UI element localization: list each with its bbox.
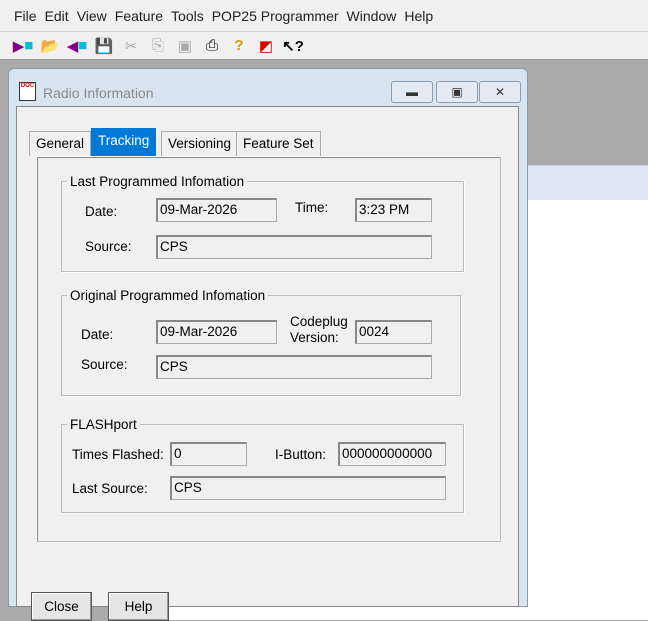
menu-help[interactable]: Help — [404, 8, 433, 24]
original-source-field[interactable]: CPS — [156, 355, 432, 379]
original-programmed-title: Original Programmed Infomation — [67, 288, 269, 303]
tracking-panel: Last Programmed Infomation Date: 09-Mar-… — [36, 156, 501, 542]
times-flashed-field[interactable]: 0 — [170, 442, 247, 466]
ibutton-label: I-Button: — [275, 447, 327, 462]
help-button[interactable]: Help — [108, 592, 169, 621]
radio-information-dialog: DOC Radio Information ▬ ▣ ✕ General Trac… — [8, 68, 528, 621]
original-date-field[interactable]: 09-Mar-2026 — [156, 320, 277, 344]
original-source-label: Source: — [81, 357, 128, 372]
last-time-label: Time: — [295, 200, 329, 215]
menu-tools[interactable]: Tools — [171, 8, 204, 24]
flashport-title: FLASHport — [67, 417, 140, 432]
codeplug-version-label: Version: — [290, 330, 339, 345]
read-radio-icon[interactable]: ▶ ■ — [12, 36, 34, 56]
maximize-button[interactable]: ▣ — [436, 81, 478, 103]
toolbar: ▶ ■ 📂 ◀ ■ 💾 ✂ ⎘ ▣ ⎙ ? ◩ ↖? — [0, 32, 648, 60]
codeplug-label: Codeplug — [290, 314, 348, 329]
menu-pop25[interactable]: POP25 Programmer — [212, 8, 339, 24]
help-icon[interactable]: ? — [228, 36, 250, 56]
menu-edit[interactable]: Edit — [45, 8, 69, 24]
times-flashed-label: Times Flashed: — [72, 447, 164, 462]
last-flash-source-label: Last Source: — [72, 481, 148, 496]
print-icon[interactable]: ⎙ — [201, 36, 223, 56]
menu-file[interactable]: File — [14, 8, 37, 24]
last-date-label: Date: — [85, 204, 118, 219]
last-source-field[interactable]: CPS — [156, 235, 432, 259]
paste-icon[interactable]: ▣ — [174, 36, 196, 56]
menu-view[interactable]: View — [77, 8, 107, 24]
last-time-field[interactable]: 3:23 PM — [355, 198, 432, 222]
menu-window[interactable]: Window — [347, 8, 397, 24]
last-flash-source-field[interactable]: CPS — [170, 476, 446, 500]
dialog-client: General Tracking Versioning Feature Set … — [16, 106, 519, 621]
ibutton-field[interactable]: 000000000000 — [338, 442, 446, 466]
original-programmed-group — [61, 295, 461, 396]
save-icon[interactable]: 💾 — [93, 36, 115, 56]
close-button[interactable]: Close — [31, 592, 92, 621]
last-programmed-title: Last Programmed Infomation — [67, 174, 248, 189]
minimize-button[interactable]: ▬ — [391, 81, 433, 103]
cut-icon[interactable]: ✂ — [120, 36, 142, 56]
original-date-label: Date: — [81, 327, 114, 342]
last-date-field[interactable]: 09-Mar-2026 — [156, 198, 277, 222]
close-window-button[interactable]: ✕ — [479, 81, 521, 103]
wizard-icon[interactable]: ◩ — [255, 36, 277, 56]
dialog-title: Radio Information — [43, 85, 154, 101]
tab-tracking[interactable]: Tracking — [91, 128, 157, 156]
open-folder-icon[interactable]: 📂 — [39, 36, 61, 56]
tab-general[interactable]: General — [29, 131, 92, 156]
menu-feature[interactable]: Feature — [115, 8, 163, 24]
last-source-label: Source: — [85, 239, 132, 254]
write-radio-icon[interactable]: ◀ ■ — [66, 36, 88, 56]
codeplug-version-field[interactable]: 0024 — [355, 320, 432, 344]
document-icon: DOC — [19, 82, 36, 101]
tab-versioning[interactable]: Versioning — [161, 131, 239, 156]
menu-bar: File Edit View Feature Tools POP25 Progr… — [0, 0, 648, 32]
copy-icon[interactable]: ⎘ — [147, 36, 169, 56]
context-help-icon[interactable]: ↖? — [282, 36, 304, 56]
tab-feature-set[interactable]: Feature Set — [236, 131, 321, 156]
